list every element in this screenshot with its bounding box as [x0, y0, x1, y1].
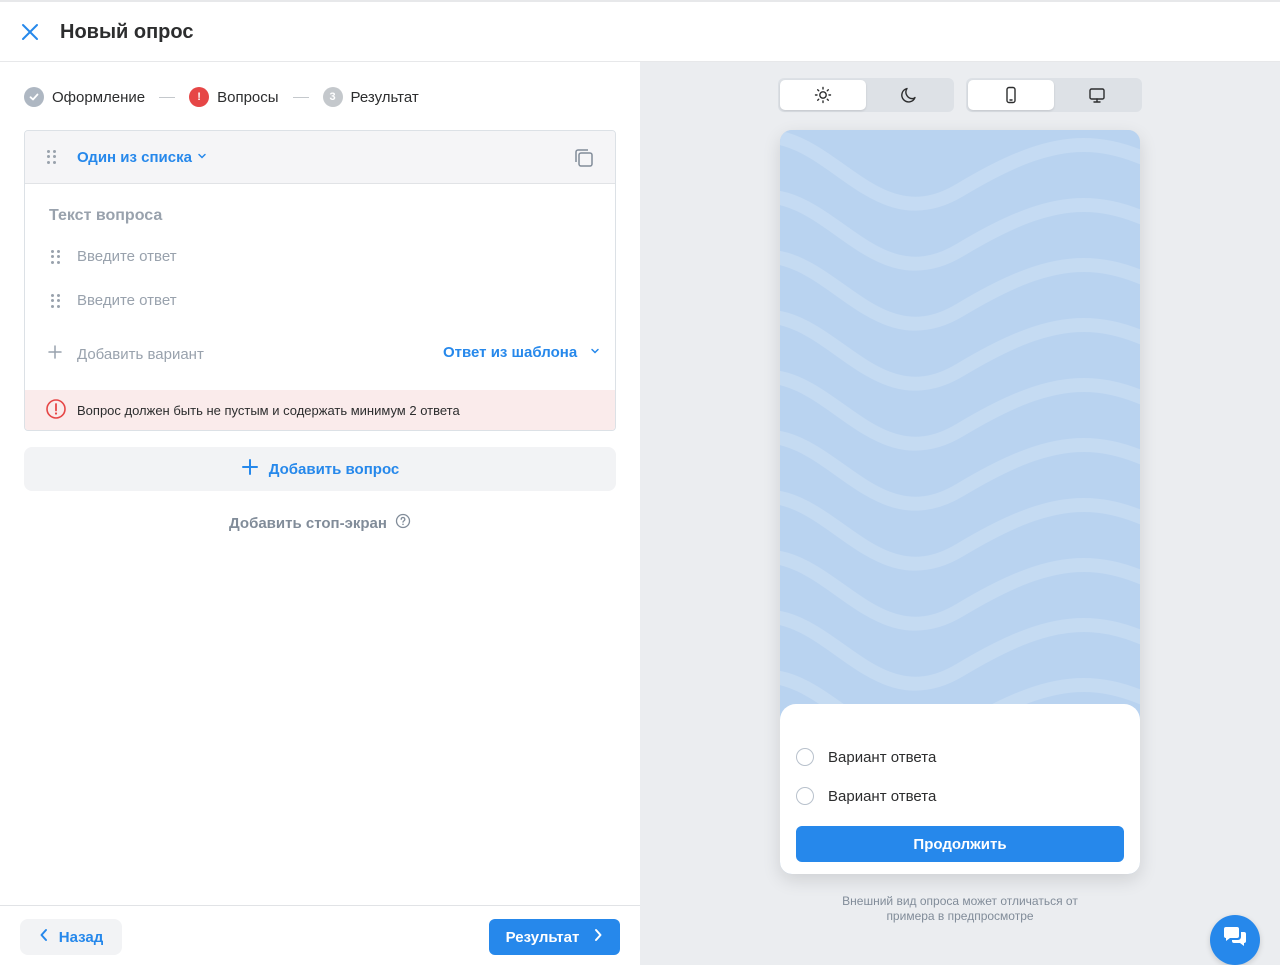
continue-button[interactable]: Продолжить: [796, 826, 1124, 862]
preview-option[interactable]: Вариант ответа: [796, 787, 936, 805]
dark-theme-icon[interactable]: [866, 80, 952, 110]
chevron-down-icon: [196, 149, 208, 166]
answer-template-label: Ответ из шаблона: [443, 344, 578, 361]
plus-icon: [241, 458, 259, 480]
close-icon[interactable]: [18, 20, 42, 44]
add-variant-button[interactable]: Добавить вариант: [47, 344, 204, 364]
preview-panel: Вариант ответа Вариант ответа Продолжить…: [640, 62, 1280, 965]
question-type-dropdown[interactable]: Один из списка: [77, 149, 208, 166]
plus-icon: [47, 344, 63, 364]
answer-input[interactable]: Введите ответ: [77, 248, 177, 265]
error-circle-icon: [45, 398, 67, 423]
drag-handle-icon[interactable]: [51, 294, 60, 308]
question-card: Один из списка Текст вопроса Введите отв…: [24, 130, 616, 431]
header: Новый опрос: [0, 0, 1280, 62]
chat-support-button[interactable]: [1210, 915, 1260, 965]
next-step-button[interactable]: Результат: [489, 919, 620, 955]
step-questions[interactable]: ! Вопросы: [189, 87, 279, 107]
help-icon[interactable]: [395, 513, 411, 533]
question-type-label: Один из списка: [77, 149, 192, 166]
question-text-input[interactable]: Текст вопроса: [49, 207, 162, 225]
answer-input[interactable]: Введите ответ: [77, 292, 177, 309]
step-label: Результат: [350, 88, 419, 106]
step-divider: [292, 96, 309, 98]
add-question-label: Добавить вопрос: [268, 460, 400, 478]
check-icon: [24, 87, 44, 107]
error-text: Вопрос должен быть не пустым и содержать…: [77, 402, 460, 418]
preview-option[interactable]: Вариант ответа: [796, 748, 936, 766]
step-label: Вопросы: [217, 88, 279, 106]
step-number: 3: [322, 87, 343, 107]
preview-note-line: Внешний вид опроса может отличаться от: [842, 894, 1078, 908]
back-button[interactable]: Назад: [20, 919, 122, 955]
answer-template-dropdown[interactable]: Ответ из шаблона: [443, 344, 601, 361]
preview-option-label: Вариант ответа: [828, 787, 937, 805]
add-variant-label: Добавить вариант: [77, 345, 204, 363]
page-title: Новый опрос: [60, 21, 194, 43]
drag-handle-icon[interactable]: [47, 150, 56, 164]
stepper: Оформление ! Вопросы 3 Результат: [24, 86, 419, 108]
step-divider: [159, 96, 176, 98]
preview-option-label: Вариант ответа: [828, 748, 937, 766]
copy-icon[interactable]: [573, 147, 595, 169]
light-theme-icon[interactable]: [780, 80, 866, 110]
chevron-right-icon: [593, 928, 603, 946]
editor-panel: Оформление ! Вопросы 3 Результат Один из…: [0, 62, 640, 965]
add-question-button[interactable]: Добавить вопрос: [24, 447, 616, 491]
add-stop-screen-label: Добавить стоп-экран: [229, 514, 387, 532]
next-label: Результат: [505, 928, 580, 946]
chat-icon: [1221, 925, 1249, 956]
add-stop-screen-button[interactable]: Добавить стоп-экран: [0, 513, 640, 533]
back-label: Назад: [58, 928, 104, 946]
step-label: Оформление: [52, 88, 146, 106]
mobile-icon[interactable]: [968, 80, 1054, 110]
error-icon: !: [189, 87, 210, 107]
question-card-header: Один из списка: [25, 131, 615, 184]
step-design[interactable]: Оформление: [24, 87, 145, 107]
step-result[interactable]: 3 Результат: [322, 87, 419, 107]
theme-toggle: [778, 78, 954, 112]
preview-note: Внешний вид опроса может отличаться от п…: [820, 894, 1100, 924]
chevron-down-icon: [589, 344, 601, 361]
drag-handle-icon[interactable]: [51, 250, 60, 264]
preview-sheet: Вариант ответа Вариант ответа Продолжить: [780, 704, 1140, 874]
chevron-left-icon: [39, 928, 49, 946]
phone-preview: Вариант ответа Вариант ответа Продолжить: [780, 130, 1140, 874]
radio-icon: [796, 748, 814, 766]
radio-icon: [796, 787, 814, 805]
wave-background: [780, 130, 1140, 720]
answer-row: Введите ответ: [49, 245, 589, 269]
answer-row: Введите ответ: [49, 289, 589, 313]
device-toggle: [966, 78, 1142, 112]
validation-error: Вопрос должен быть не пустым и содержать…: [25, 390, 615, 430]
desktop-icon[interactable]: [1054, 80, 1140, 110]
preview-note-line: примера в предпросмотре: [886, 909, 1034, 923]
footer: Назад Результат: [0, 905, 640, 965]
